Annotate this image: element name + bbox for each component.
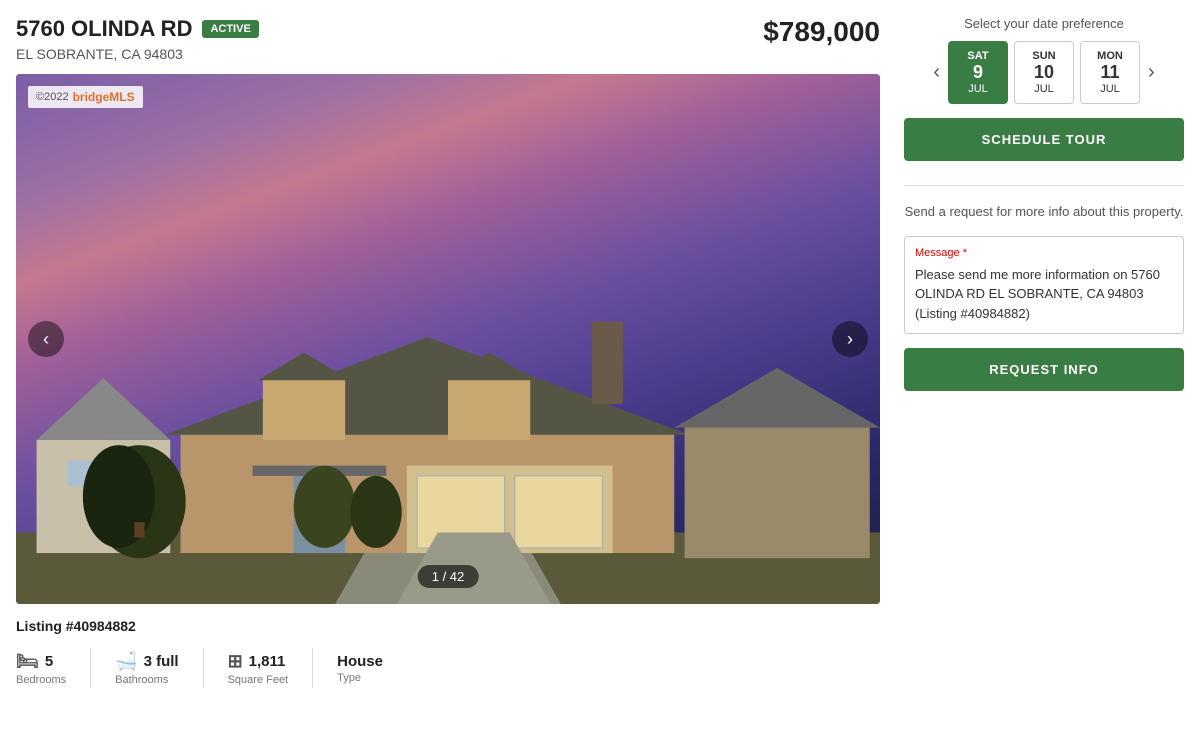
schedule-tour-button[interactable]: SCHEDULE TOUR bbox=[904, 118, 1184, 161]
listing-number: Listing #40984882 bbox=[16, 618, 880, 634]
type-label: Type bbox=[337, 672, 361, 684]
date-option-sun[interactable]: SUN 10 JUL bbox=[1014, 41, 1074, 104]
date-day-num-sat: 9 bbox=[973, 62, 983, 83]
bed-icon: 🛏 bbox=[16, 651, 39, 672]
date-day-num-mon: 11 bbox=[1100, 62, 1119, 83]
bath-icon: 🛁 bbox=[115, 651, 137, 672]
sqft-label: Square Feet bbox=[228, 674, 289, 686]
copyright-badge: ©2022 bridgeMLS bbox=[28, 86, 143, 108]
message-text: Please send me more information on 5760 … bbox=[915, 265, 1173, 324]
request-section: Send a request for more info about this … bbox=[904, 202, 1184, 391]
stat-divider-1 bbox=[90, 648, 91, 688]
date-prev-button[interactable]: ‹ bbox=[925, 53, 948, 92]
stat-divider-2 bbox=[203, 648, 204, 688]
date-month-sun: JUL bbox=[1034, 83, 1054, 95]
bedrooms-count: 5 bbox=[45, 653, 53, 670]
type-stat: House Type bbox=[337, 653, 383, 684]
date-month-mon: JUL bbox=[1100, 83, 1120, 95]
date-month-sat: JUL bbox=[968, 83, 988, 95]
gallery-prev-button[interactable]: ‹ bbox=[28, 321, 64, 357]
property-image bbox=[16, 74, 880, 604]
sqft-count: 1,811 bbox=[249, 653, 286, 670]
stat-divider-3 bbox=[312, 648, 313, 688]
city-state-zip: EL SOBRANTE, CA 94803 bbox=[16, 46, 259, 62]
sqft-icon: ⊞ bbox=[228, 651, 243, 672]
sidebar-divider bbox=[904, 185, 1184, 186]
bathrooms-label: Bathrooms bbox=[115, 674, 168, 686]
property-header: 5760 OLINDA RD ACTIVE EL SOBRANTE, CA 94… bbox=[16, 16, 880, 62]
date-picker: ‹ SAT 9 JUL SUN 10 JUL MON 11 bbox=[904, 41, 1184, 104]
gallery: ©2022 bridgeMLS ‹ › 1 / 42 bbox=[16, 74, 880, 604]
bedrooms-stat: 🛏 5 Bedrooms bbox=[16, 651, 66, 686]
date-option-sat[interactable]: SAT 9 JUL bbox=[948, 41, 1008, 104]
date-day-num-sun: 10 bbox=[1034, 62, 1054, 83]
property-stats: 🛏 5 Bedrooms 🛁 3 full Bathrooms ⊞ 1,811 bbox=[16, 648, 880, 688]
price: $789,000 bbox=[763, 16, 880, 48]
date-day-name-mon: MON bbox=[1097, 50, 1123, 62]
date-options: SAT 9 JUL SUN 10 JUL MON 11 JUL bbox=[948, 41, 1140, 104]
date-day-name-sun: SUN bbox=[1032, 50, 1055, 62]
bathrooms-stat: 🛁 3 full Bathrooms bbox=[115, 651, 178, 686]
request-info-label: Send a request for more info about this … bbox=[904, 202, 1184, 222]
page-wrapper: 5760 OLINDA RD ACTIVE EL SOBRANTE, CA 94… bbox=[0, 0, 1200, 704]
date-day-name-sat: SAT bbox=[967, 50, 988, 62]
date-option-mon[interactable]: MON 11 JUL bbox=[1080, 41, 1140, 104]
property-type: House bbox=[337, 653, 383, 670]
bedrooms-label: Bedrooms bbox=[16, 674, 66, 686]
sqft-stat: ⊞ 1,811 Square Feet bbox=[228, 651, 289, 686]
gallery-next-button[interactable]: › bbox=[832, 321, 868, 357]
main-content: 5760 OLINDA RD ACTIVE EL SOBRANTE, CA 94… bbox=[16, 16, 880, 688]
address-block: 5760 OLINDA RD ACTIVE EL SOBRANTE, CA 94… bbox=[16, 16, 259, 62]
bathrooms-count: 3 full bbox=[144, 653, 179, 670]
message-wrapper: Message * Please send me more informatio… bbox=[904, 236, 1184, 335]
date-pref-label: Select your date preference bbox=[904, 16, 1184, 31]
sidebar: Select your date preference ‹ SAT 9 JUL … bbox=[904, 16, 1184, 688]
bridge-logo: bridgeMLS bbox=[73, 90, 135, 104]
copyright-text: ©2022 bbox=[36, 91, 69, 103]
message-label: Message * bbox=[915, 247, 1173, 259]
date-next-button[interactable]: › bbox=[1140, 53, 1163, 92]
schedule-section: Select your date preference ‹ SAT 9 JUL … bbox=[904, 16, 1184, 161]
request-info-button[interactable]: REQUEST INFO bbox=[904, 348, 1184, 391]
status-badge: ACTIVE bbox=[202, 20, 258, 38]
street-address: 5760 OLINDA RD bbox=[16, 16, 192, 42]
address-line1: 5760 OLINDA RD ACTIVE bbox=[16, 16, 259, 42]
image-counter: 1 / 42 bbox=[418, 565, 479, 588]
